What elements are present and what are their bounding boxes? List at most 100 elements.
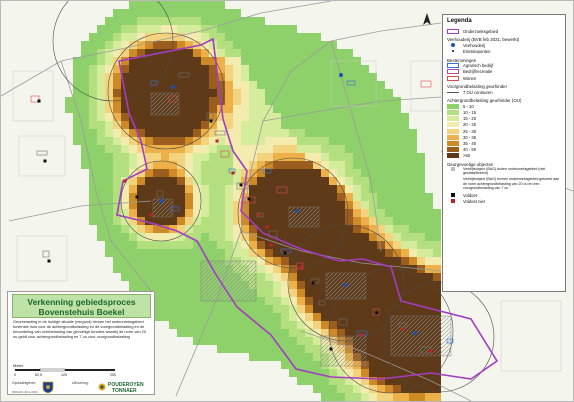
odour-cell (345, 217, 353, 225)
odour-cell (409, 281, 417, 289)
odour-cell (353, 161, 361, 169)
odour-cell (97, 81, 105, 89)
odour-cell (393, 393, 401, 401)
odour-cell (193, 105, 201, 113)
odour-cell (281, 57, 289, 65)
contour-label: 7 OU contouren (463, 89, 493, 95)
odour-cell (409, 169, 417, 177)
odour-cell (201, 185, 209, 193)
odour-cell (249, 41, 257, 49)
odour-cell (393, 241, 401, 249)
odour-cell (241, 57, 249, 65)
outside-object-label: Verblijfsobject (BAG) buiten onderzoeksg… (463, 167, 546, 176)
odour-cell (281, 193, 289, 201)
odour-cell (401, 273, 409, 281)
odour-cell (361, 193, 369, 201)
odour-cell (281, 265, 289, 273)
odour-cell (337, 329, 345, 337)
map-description: Geurbelasting in de huidige situatie (ve… (13, 319, 147, 339)
odour-cell (289, 345, 297, 353)
odour-cell (121, 9, 129, 17)
odour-cell (209, 97, 217, 105)
odour-cell (361, 313, 369, 321)
odour-cell (313, 97, 321, 105)
odour-cell (241, 81, 249, 89)
odour-class-label: 40 - 50 (463, 147, 477, 153)
odour-cell (297, 145, 305, 153)
object-fails-marker (215, 139, 219, 143)
odour-cell (233, 217, 241, 225)
odour-cell (201, 105, 209, 113)
odour-cell (177, 265, 185, 273)
legend-class-row: >50 (447, 153, 561, 159)
odour-cell (105, 41, 113, 49)
odour-cell (193, 321, 201, 329)
odour-cell (329, 153, 337, 161)
livestock-marker (159, 199, 163, 203)
odour-cell (353, 153, 361, 161)
odour-cell (113, 265, 121, 273)
odour-cell (193, 337, 201, 345)
odour-cell (177, 137, 185, 145)
odour-cell (153, 137, 161, 145)
odour-cell (153, 177, 161, 185)
odour-cell (369, 185, 377, 193)
odour-cell (393, 177, 401, 185)
odour-cell (89, 121, 97, 129)
livestock-marker (343, 283, 347, 287)
odour-cell (297, 273, 305, 281)
odour-cell (345, 137, 353, 145)
odour-cell (369, 337, 377, 345)
odour-cell (193, 17, 201, 25)
odour-cell (209, 1, 217, 9)
odour-cell (337, 161, 345, 169)
odour-cell (129, 73, 137, 81)
odour-cell (393, 233, 401, 241)
odour-cell (105, 129, 113, 137)
odour-cell (185, 281, 193, 289)
odour-cell (129, 89, 137, 97)
odour-cell (273, 281, 281, 289)
odour-cell (425, 193, 433, 201)
odour-cell (337, 209, 345, 217)
odour-cell (289, 369, 297, 377)
odour-cell (73, 81, 81, 89)
odour-cell (137, 265, 145, 273)
odour-cell (361, 393, 369, 401)
odour-cell (201, 153, 209, 161)
odour-cell (249, 345, 257, 353)
odour-cell (433, 209, 441, 217)
odour-cell (401, 193, 409, 201)
odour-cell (145, 17, 153, 25)
odour-cell (361, 73, 369, 81)
odour-cell (313, 265, 321, 273)
odour-cell (385, 145, 393, 153)
odour-cell (145, 129, 153, 137)
odour-cell (393, 129, 401, 137)
odour-cell (209, 89, 217, 97)
odour-cell (89, 145, 97, 153)
odour-cell (105, 169, 113, 177)
odour-cell (393, 217, 401, 225)
odour-cell (249, 129, 257, 137)
object-passes-marker (247, 197, 251, 201)
odour-cell (369, 233, 377, 241)
object-fails-marker (359, 333, 363, 337)
odour-cell (409, 393, 417, 401)
odour-cell (161, 297, 169, 305)
odour-cell (177, 297, 185, 305)
odour-cell (129, 257, 137, 265)
odour-cell (265, 49, 273, 57)
odour-cell (265, 153, 273, 161)
odour-cell (297, 193, 305, 201)
odour-cell (273, 145, 281, 153)
odour-cell (329, 97, 337, 105)
odour-cell (225, 225, 233, 233)
odour-cell (145, 273, 153, 281)
object-passes-marker (239, 183, 243, 187)
odour-cell (209, 201, 217, 209)
odour-cell (257, 265, 265, 273)
odour-cell (209, 129, 217, 137)
odour-cell (321, 377, 329, 385)
odour-cell (385, 393, 393, 401)
